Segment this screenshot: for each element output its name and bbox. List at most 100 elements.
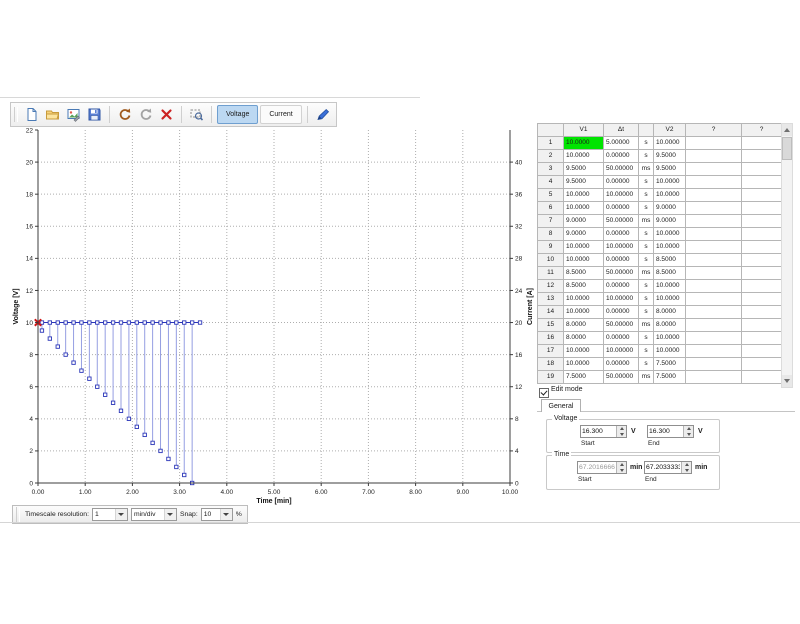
table-cell[interactable]: 9.5000	[564, 163, 604, 176]
table-cell[interactable]: s	[639, 345, 654, 358]
data-point-marker[interactable]	[167, 321, 170, 324]
tab-general[interactable]: General	[541, 399, 581, 412]
data-point-marker[interactable]	[183, 473, 186, 476]
table-cell[interactable]	[686, 345, 742, 358]
sequence-chart[interactable]: 024681012141618202204812162024283236400.…	[8, 126, 543, 508]
table-cell[interactable]: 8.5000	[654, 254, 686, 267]
table-cell[interactable]: 10.0000	[654, 241, 686, 254]
open-icon[interactable]	[43, 105, 62, 124]
data-point-marker[interactable]	[56, 345, 59, 348]
table-cell[interactable]	[742, 228, 782, 241]
row-header[interactable]: 3	[538, 163, 564, 176]
table-cell[interactable]	[686, 332, 742, 345]
table-cell[interactable]: 0.00000	[604, 202, 639, 215]
table-cell[interactable]	[742, 189, 782, 202]
data-point-marker[interactable]	[175, 321, 178, 324]
data-point-marker[interactable]	[56, 321, 59, 324]
row-header[interactable]: 5	[538, 189, 564, 202]
table-cell[interactable]: 10.0000	[564, 137, 604, 150]
row-header[interactable]: 13	[538, 293, 564, 306]
table-cell[interactable]	[742, 306, 782, 319]
table-cell[interactable]: 0.00000	[604, 280, 639, 293]
table-cell[interactable]: 0.00000	[604, 332, 639, 345]
table-cell[interactable]: ms	[639, 267, 654, 280]
table-cell[interactable]: 50.00000	[604, 215, 639, 228]
row-header[interactable]: 19	[538, 371, 564, 384]
snap-value-select[interactable]: 10	[201, 508, 233, 521]
table-cell[interactable]	[742, 150, 782, 163]
edit-mode-checkbox[interactable]	[539, 388, 549, 398]
data-point-marker[interactable]	[143, 433, 146, 436]
data-point-marker[interactable]	[159, 449, 162, 452]
table-cell[interactable]: 10.0000	[564, 241, 604, 254]
toolbar-grip[interactable]	[16, 507, 20, 522]
data-point-marker[interactable]	[143, 321, 146, 324]
table-cell[interactable]	[686, 319, 742, 332]
data-point-marker[interactable]	[64, 321, 67, 324]
table-scrollbar[interactable]	[781, 123, 793, 388]
table-cell[interactable]: 5.00000	[604, 137, 639, 150]
table-cell[interactable]: 10.0000	[564, 254, 604, 267]
data-point-marker[interactable]	[88, 321, 91, 324]
table-cell[interactable]	[742, 163, 782, 176]
table-cell[interactable]: 7.5000	[654, 358, 686, 371]
table-cell[interactable]	[742, 215, 782, 228]
table-cell[interactable]	[742, 371, 782, 384]
table-cell[interactable]: ms	[639, 215, 654, 228]
table-cell[interactable]: 0.00000	[604, 254, 639, 267]
row-header[interactable]: 6	[538, 202, 564, 215]
current-tab-button[interactable]: Current	[260, 105, 301, 124]
table-cell[interactable]: s	[639, 306, 654, 319]
table-cell[interactable]: s	[639, 358, 654, 371]
table-cell[interactable]	[686, 202, 742, 215]
row-header[interactable]: 1	[538, 137, 564, 150]
table-cell[interactable]: 10.0000	[654, 280, 686, 293]
sequence-table[interactable]: V1ΔtV2??110.00005.00000s10.0000210.00000…	[537, 123, 781, 384]
table-cell[interactable]: 7.5000	[564, 371, 604, 384]
table-cell[interactable]	[742, 267, 782, 280]
row-header[interactable]: 7	[538, 215, 564, 228]
data-point-marker[interactable]	[64, 353, 67, 356]
spin-down-button[interactable]	[617, 432, 626, 438]
data-point-marker[interactable]	[103, 393, 106, 396]
data-point-marker[interactable]	[40, 329, 43, 332]
table-cell[interactable]: 10.0000	[564, 306, 604, 319]
table-cell[interactable]: 9.5000	[654, 163, 686, 176]
row-header[interactable]: 11	[538, 267, 564, 280]
voltage-end-spinner[interactable]	[647, 425, 694, 438]
table-cell[interactable]: 10.0000	[654, 332, 686, 345]
data-point-marker[interactable]	[183, 321, 186, 324]
data-point-marker[interactable]	[72, 361, 75, 364]
table-cell[interactable]: s	[639, 228, 654, 241]
table-cell[interactable]: 9.0000	[564, 215, 604, 228]
table-cell[interactable]	[686, 241, 742, 254]
row-header[interactable]: 8	[538, 228, 564, 241]
table-cell[interactable]	[742, 319, 782, 332]
table-cell[interactable]	[686, 215, 742, 228]
data-point-marker[interactable]	[111, 321, 114, 324]
table-cell[interactable]: 0.00000	[604, 358, 639, 371]
data-point-marker[interactable]	[135, 321, 138, 324]
table-cell[interactable]: ms	[639, 371, 654, 384]
spin-down-button[interactable]	[617, 468, 626, 474]
data-point-marker[interactable]	[127, 321, 130, 324]
data-point-marker[interactable]	[167, 457, 170, 460]
data-point-marker[interactable]	[111, 401, 114, 404]
marquee-zoom-icon[interactable]	[187, 105, 206, 124]
data-point-marker[interactable]	[48, 321, 51, 324]
time-end-input[interactable]	[645, 462, 681, 473]
time-start-input[interactable]	[578, 462, 616, 473]
spin-down-button[interactable]	[684, 432, 693, 438]
table-cell[interactable]	[742, 345, 782, 358]
undo-icon[interactable]	[115, 105, 134, 124]
table-cell[interactable]: 10.0000	[564, 150, 604, 163]
table-cell[interactable]: s	[639, 176, 654, 189]
table-cell[interactable]: s	[639, 189, 654, 202]
table-cell[interactable]	[686, 189, 742, 202]
table-cell[interactable]	[686, 280, 742, 293]
table-cell[interactable]	[742, 241, 782, 254]
data-point-marker[interactable]	[80, 321, 83, 324]
data-point-marker[interactable]	[119, 409, 122, 412]
table-cell[interactable]: 9.5000	[564, 176, 604, 189]
table-cell[interactable]: 8.0000	[654, 306, 686, 319]
